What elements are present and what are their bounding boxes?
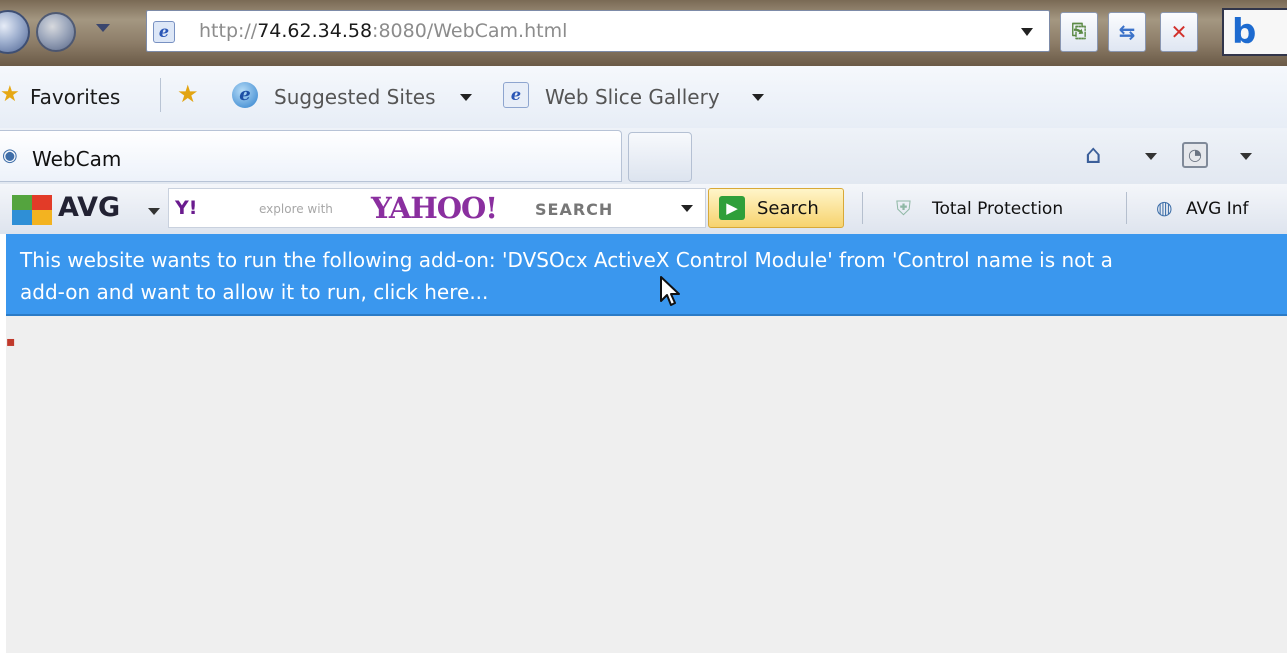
new-tab-button[interactable] <box>628 132 692 182</box>
total-protection-button[interactable]: Total Protection <box>932 199 1063 219</box>
suggested-sites-icon: e <box>232 82 258 108</box>
web-slice-gallery-link[interactable]: Web Slice Gallery <box>545 85 720 109</box>
search-dropdown-icon[interactable] <box>681 205 693 212</box>
feeds-icon[interactable]: ◔ <box>1182 142 1208 168</box>
tab-label: WebCam <box>32 147 122 171</box>
broken-image-icon: ▪ <box>6 334 16 350</box>
feeds-dropdown-icon[interactable] <box>1240 153 1252 160</box>
bing-icon: b <box>1232 12 1257 52</box>
url-scheme: http:// <box>199 20 258 42</box>
home-icon[interactable]: ⌂ <box>1085 140 1102 170</box>
activex-information-bar[interactable]: This website wants to run the following … <box>6 234 1287 316</box>
yahoo-search-input[interactable]: Y! explore with YAHOO! SEARCH <box>168 188 706 228</box>
avg-dropdown-icon[interactable] <box>148 208 160 215</box>
tab-bar: ◉ WebCam ⌂ ◔ <box>0 128 1287 184</box>
yahoo-logo: YAHOO! <box>371 191 498 225</box>
shield-icon: ⛨ <box>896 196 911 220</box>
divider <box>160 78 161 112</box>
divider <box>1126 192 1127 224</box>
compatibility-view-button[interactable]: ⎘ <box>1060 12 1098 52</box>
globe-icon: ◍ <box>1156 197 1173 219</box>
search-button[interactable]: ▶ Search <box>708 188 844 228</box>
refresh-button[interactable]: ⇆ <box>1108 12 1146 52</box>
address-bar-row: e http://74.62.34.58:8080/WebCam.html ⎘ … <box>0 0 1287 66</box>
info-bar-message-line-1: This website wants to run the following … <box>20 248 1113 272</box>
recent-pages-dropdown[interactable] <box>96 24 110 32</box>
url-field[interactable]: e http://74.62.34.58:8080/WebCam.html <box>146 10 1050 52</box>
go-arrow-icon: ▶ <box>719 196 745 220</box>
url-text[interactable]: http://74.62.34.58:8080/WebCam.html <box>199 20 567 42</box>
mouse-cursor-icon <box>660 276 680 306</box>
back-button[interactable] <box>0 10 30 54</box>
web-slice-icon: e <box>503 82 529 108</box>
suggested-sites-dropdown-icon[interactable] <box>460 94 472 101</box>
avg-info-button[interactable]: AVG Inf <box>1186 199 1249 219</box>
page-icon: ◉ <box>2 145 18 166</box>
search-provider-box[interactable]: b <box>1222 8 1287 56</box>
search-button-label: Search <box>757 198 819 219</box>
forward-button[interactable] <box>36 12 76 52</box>
avg-menu-button[interactable]: AVG <box>58 191 120 225</box>
avg-logo-icon <box>12 195 52 225</box>
url-host: 74.62.34.58 <box>257 20 373 42</box>
avg-toolbar: AVG Y! explore with YAHOO! SEARCH ▶ Sear… <box>0 184 1287 234</box>
add-to-favorites-icon[interactable]: ★ <box>177 80 199 108</box>
yahoo-search-word: SEARCH <box>535 200 614 219</box>
suggested-sites-link[interactable]: Suggested Sites <box>274 85 436 109</box>
favorites-bar: ★ Favorites ★ e Suggested Sites e Web Sl… <box>0 66 1287 128</box>
tab-webcam[interactable]: ◉ WebCam <box>0 130 622 182</box>
favorites-button[interactable]: Favorites <box>30 85 120 109</box>
search-placeholder: explore with <box>259 202 333 216</box>
home-dropdown-icon[interactable] <box>1145 153 1157 160</box>
web-slice-dropdown-icon[interactable] <box>752 94 764 101</box>
info-bar-message-line-2: add-on and want to allow it to run, clic… <box>20 280 489 304</box>
yahoo-icon[interactable]: Y! <box>175 195 197 221</box>
url-dropdown-icon[interactable] <box>1021 28 1033 36</box>
page-content: ▪ <box>6 316 1287 653</box>
stop-button[interactable]: ✕ <box>1160 12 1198 52</box>
divider <box>862 192 863 224</box>
ie-page-icon: e <box>153 21 175 43</box>
url-rest: :8080/WebCam.html <box>372 20 568 42</box>
favorites-star-icon: ★ <box>0 82 20 107</box>
